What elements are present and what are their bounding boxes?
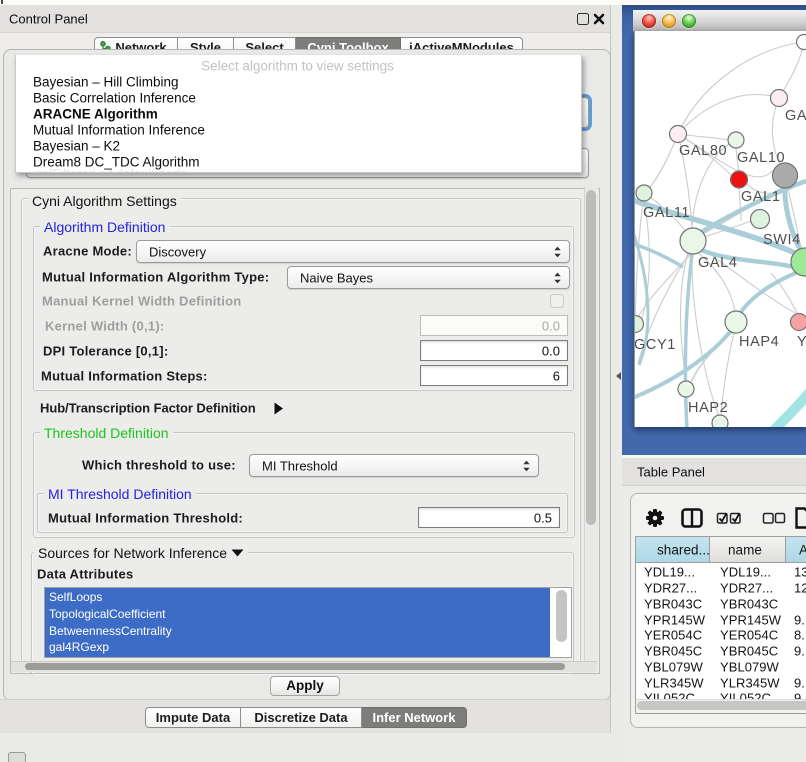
svg-text:HAP4: HAP4: [739, 334, 779, 350]
svg-text:GAL80: GAL80: [679, 143, 727, 159]
svg-text:GAL10: GAL10: [737, 150, 785, 166]
svg-text:GAL4: GAL4: [698, 255, 737, 271]
svg-text:GAL11: GAL11: [643, 205, 690, 221]
svg-text:Y: Y: [797, 334, 806, 350]
svg-text:GAL7: GAL7: [785, 108, 806, 124]
svg-text:SWI4: SWI4: [763, 232, 801, 248]
svg-text:GCY1: GCY1: [635, 337, 676, 353]
svg-text:HAP2: HAP2: [688, 400, 728, 416]
svg-text:GAL1: GAL1: [741, 189, 780, 205]
